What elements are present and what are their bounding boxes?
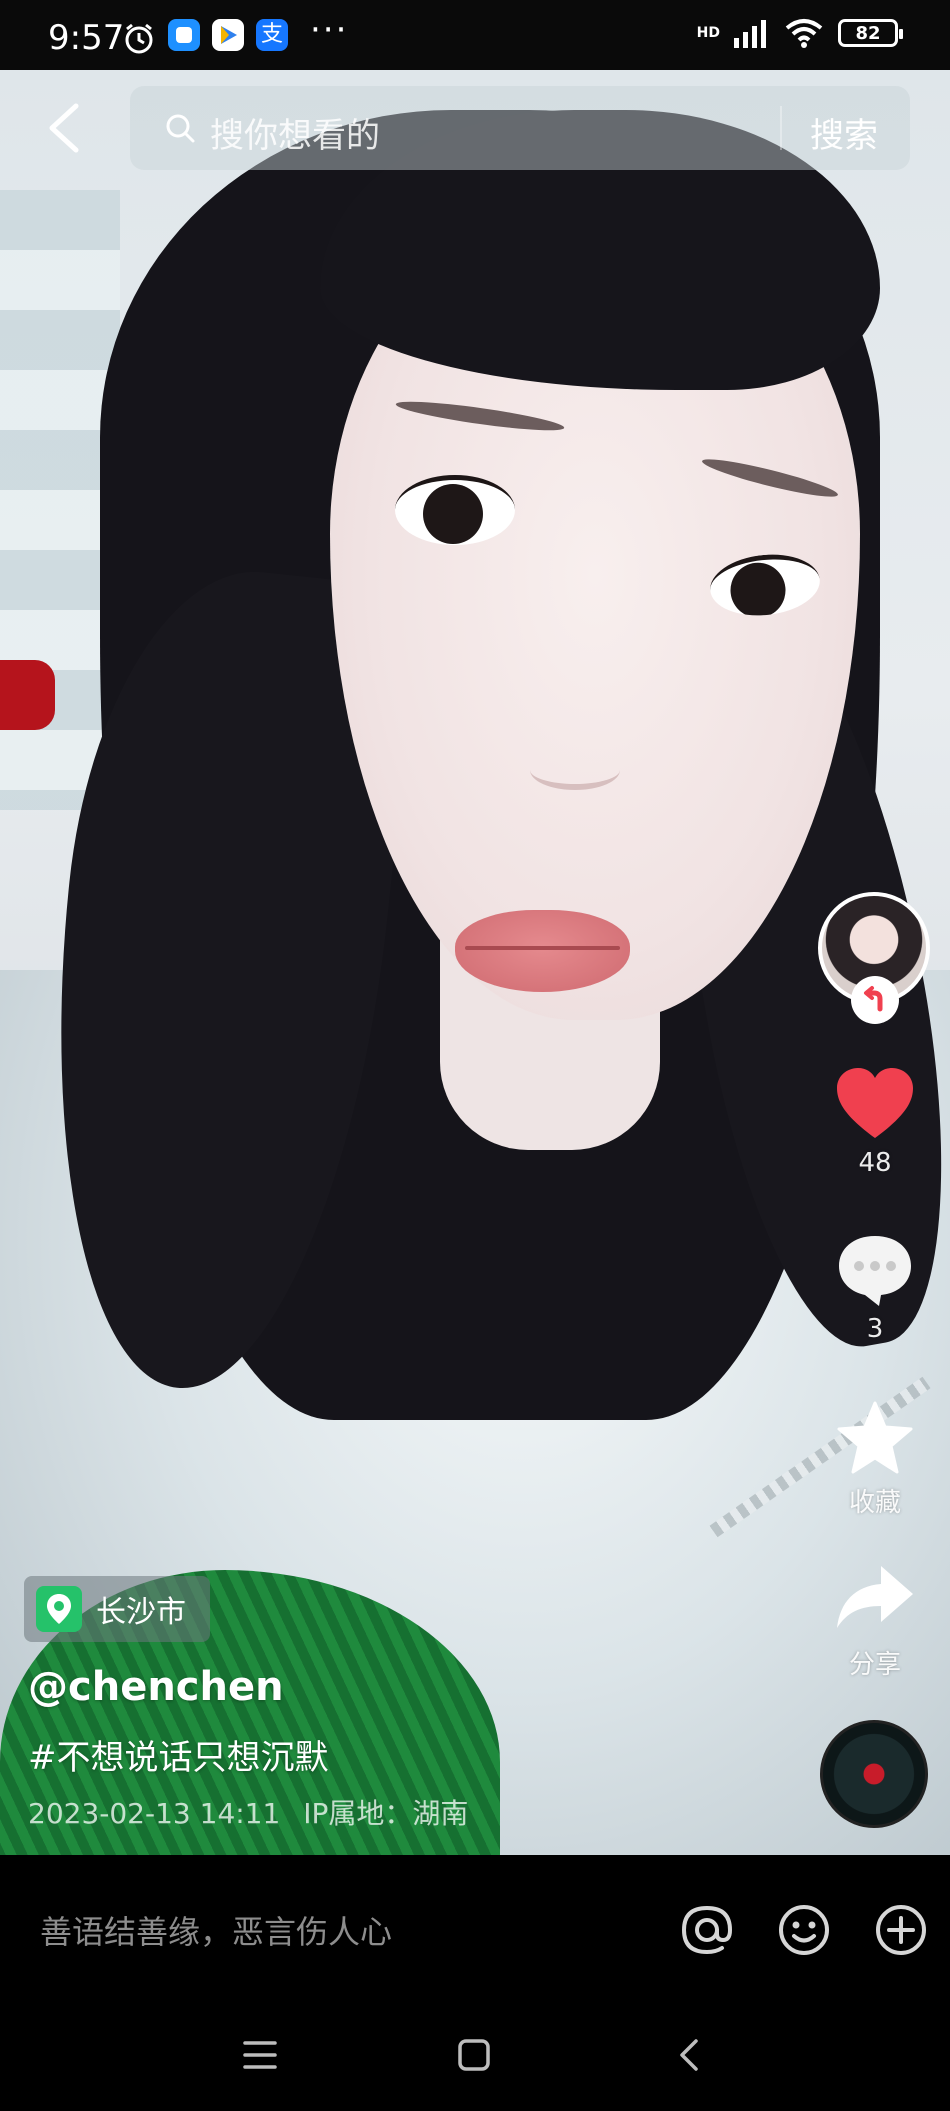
- home-icon[interactable]: [456, 2037, 492, 2073]
- comment-bubble-icon: [839, 1236, 911, 1306]
- nose: [530, 750, 620, 790]
- favorite-label: 收藏: [848, 1488, 901, 1518]
- mention-icon[interactable]: [680, 1903, 734, 1957]
- comment-bar: 善语结善缘，恶言伤人心: [0, 1855, 950, 2001]
- follow-back-icon: [864, 986, 883, 1012]
- search-button[interactable]: 搜索: [810, 108, 878, 157]
- add-icon[interactable]: [874, 1903, 928, 1957]
- search-bar[interactable]: 搜你想看的 搜索: [130, 86, 910, 170]
- search-input[interactable]: 搜你想看的: [210, 108, 380, 157]
- play-store-icon: [212, 19, 244, 51]
- alipay-icon: 支: [256, 19, 288, 51]
- battery-indicator: 82: [838, 19, 903, 47]
- ip-location: IP属地：湖南: [303, 1797, 469, 1830]
- emoji-icon[interactable]: [777, 1903, 831, 1957]
- share-arrow-icon: [837, 1566, 913, 1628]
- follow-back-button[interactable]: [851, 976, 899, 1024]
- author-username[interactable]: @chenchen: [28, 1664, 284, 1710]
- back-arrow-icon[interactable]: [40, 100, 86, 156]
- share-button[interactable]: 分享: [820, 1562, 930, 1681]
- wifi-icon: [785, 19, 823, 48]
- like-count: 48: [858, 1148, 892, 1178]
- back-nav-icon[interactable]: [672, 2037, 708, 2073]
- status-bar: 9:57 支 ··· HD 82: [0, 0, 950, 70]
- location-pin-icon: [36, 1586, 82, 1632]
- post-timestamp: 2023-02-13 14:11: [28, 1797, 281, 1830]
- search-icon: [166, 114, 195, 143]
- comment-input[interactable]: 善语结善缘，恶言伤人心: [40, 1907, 392, 1953]
- lip-line: [465, 946, 620, 950]
- lips: [455, 910, 630, 992]
- system-nav-bar: [0, 2001, 950, 2111]
- favorite-button[interactable]: 收藏: [820, 1400, 930, 1519]
- menu-icon[interactable]: [242, 2037, 278, 2073]
- more-notifications-icon: ···: [310, 10, 349, 50]
- heart-icon: [837, 1068, 913, 1138]
- left-eye: [395, 475, 515, 545]
- post-hashtag[interactable]: #不想说话只想沉默: [28, 1730, 329, 1779]
- share-label: 分享: [848, 1650, 901, 1680]
- comment-count: 3: [866, 1314, 884, 1344]
- music-disc[interactable]: [820, 1720, 928, 1828]
- location-tag[interactable]: 长沙市: [24, 1576, 210, 1642]
- alarm-icon: [125, 23, 153, 54]
- battery-level: 82: [855, 22, 881, 44]
- status-time: 9:57: [48, 18, 125, 58]
- network-label: HD: [696, 25, 720, 41]
- star-icon: [837, 1401, 913, 1474]
- app-notification-icon: [168, 19, 200, 51]
- like-button[interactable]: 48: [820, 1066, 930, 1178]
- location-label: 长沙市: [96, 1595, 186, 1630]
- background-object: [0, 660, 55, 730]
- signal-icon: [734, 20, 766, 48]
- search-divider: [780, 106, 782, 150]
- post-meta: 2023-02-13 14:11 IP属地：湖南: [28, 1792, 468, 1832]
- status-right: HD 82: [696, 18, 903, 48]
- comment-button[interactable]: 3: [820, 1232, 930, 1344]
